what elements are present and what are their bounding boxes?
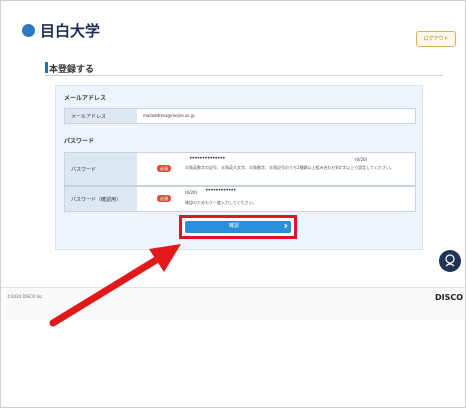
screenshot-frame: 目白大学 ログアウト 本登録する メールアドレス メールアドレス mailadd… bbox=[0, 0, 466, 408]
annotation-arrow-icon bbox=[49, 244, 181, 327]
